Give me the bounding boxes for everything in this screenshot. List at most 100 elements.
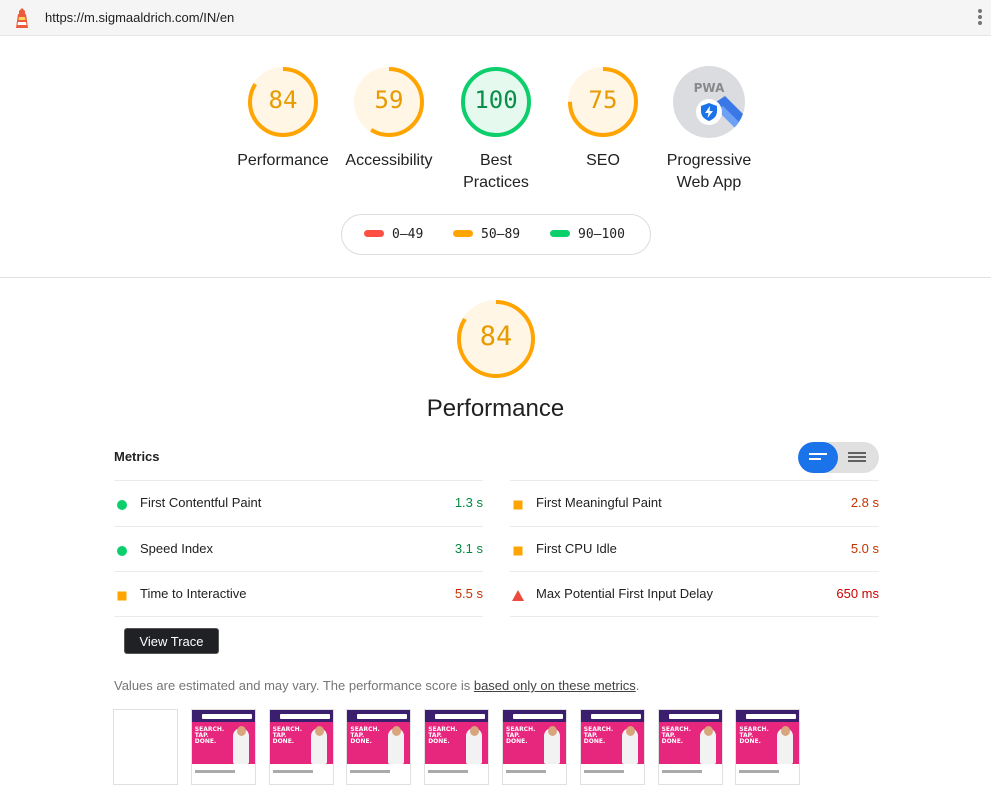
frame-searchbar xyxy=(746,714,797,719)
frame-searchbar xyxy=(279,714,330,719)
frame-footer-text xyxy=(272,770,313,773)
kebab-menu-icon[interactable] xyxy=(977,9,983,27)
performance-title: Performance xyxy=(426,395,565,422)
gauge-accessibility[interactable]: 59 Accessibility xyxy=(339,66,439,172)
metric-rating-icon xyxy=(116,544,128,562)
metric-name: Time to Interactive xyxy=(140,586,247,601)
gauge-pwa[interactable]: PWA Progressive Web App xyxy=(654,66,764,194)
legend-range: 0–49 xyxy=(392,227,424,242)
frame-footer-text xyxy=(739,770,780,773)
filmstrip-frame: SEARCH. TAP. DONE. xyxy=(268,709,334,785)
pass-dot-icon xyxy=(117,500,127,510)
metrics-view-toggle[interactable] xyxy=(798,442,879,473)
frame-footer-text xyxy=(583,770,624,773)
filmstrip-frame: SEARCH. TAP. DONE. xyxy=(346,709,412,785)
report-url[interactable]: https://m.sigmaaldrich.com/IN/en xyxy=(45,10,234,25)
frame-searchbar xyxy=(435,714,486,719)
frame-hero-text: SEARCH. TAP. DONE. xyxy=(583,726,614,745)
metric-value: 3.1 s xyxy=(454,541,483,556)
metric-rating-icon xyxy=(512,544,524,562)
metric-name: First Meaningful Paint xyxy=(536,495,662,510)
frame-footer-text xyxy=(194,770,235,773)
frame-footer-text xyxy=(428,770,469,773)
frame-hero-text: SEARCH. TAP. DONE. xyxy=(506,726,536,745)
frame-face xyxy=(548,726,557,736)
fail-triangle-icon xyxy=(512,590,524,601)
legend-item-fail: 0–49 xyxy=(364,227,423,242)
gauge-best-practices[interactable]: 100 Best Practices xyxy=(446,66,546,194)
frame-searchbar xyxy=(513,714,563,719)
legend-range: 50–89 xyxy=(481,227,521,242)
gauge-label: Accessibility xyxy=(345,152,433,169)
frame-hero-text: SEARCH. TAP. DONE. xyxy=(194,726,225,745)
note-text: Values are estimated and may vary. The p… xyxy=(114,678,474,693)
metric-separator xyxy=(510,616,879,617)
metric-row: First CPU Idle 5.0 s xyxy=(510,527,879,571)
metric-row: Max Potential First Input Delay 650 ms xyxy=(510,572,879,616)
frame-footer-text xyxy=(506,770,546,773)
gauge-label-line: Practices xyxy=(463,174,529,191)
legend-swatch xyxy=(550,230,570,237)
metric-name: Max Potential First Input Delay xyxy=(536,586,714,601)
legend-item-average: 50–89 xyxy=(453,227,520,242)
frame-searchbar xyxy=(668,714,719,719)
metric-value: 5.5 s xyxy=(454,586,483,601)
metrics-compact-view-icon[interactable] xyxy=(798,442,838,473)
frame-footer-text xyxy=(661,770,702,773)
frame-hero-text: SEARCH. TAP. DONE. xyxy=(428,726,458,745)
pwa-badge-text: PWA xyxy=(694,81,725,95)
gauge-label: Progressive Web App xyxy=(654,150,764,194)
section-divider xyxy=(0,277,991,278)
gauge-label: SEO xyxy=(586,152,620,169)
metric-rating-icon xyxy=(116,498,128,516)
filmstrip-frame: SEARCH. TAP. DONE. xyxy=(502,709,567,785)
frame-searchbar xyxy=(590,714,641,719)
metric-name: First Contentful Paint xyxy=(140,495,262,510)
report-topbar: https://m.sigmaaldrich.com/IN/en xyxy=(0,0,991,36)
scoring-link[interactable]: based only on these metrics xyxy=(474,678,636,693)
metric-value: 5.0 s xyxy=(850,541,879,556)
gauge-performance[interactable]: 84 Performance xyxy=(233,66,333,172)
metric-name: Speed Index xyxy=(140,541,214,556)
view-trace-button[interactable]: View Trace xyxy=(124,628,219,654)
average-square-icon xyxy=(513,500,523,510)
metric-rating-icon xyxy=(512,498,524,516)
performance-score: 84 xyxy=(479,321,513,352)
metric-value: 2.8 s xyxy=(850,495,879,510)
pwa-fast-reliable-badge-icon: PWA xyxy=(673,66,745,138)
gauge-label: Performance xyxy=(237,152,329,169)
metric-row: First Meaningful Paint 2.8 s xyxy=(510,481,879,525)
gauge-seo[interactable]: 75 SEO xyxy=(553,66,653,172)
gauge-label-line: Web App xyxy=(676,174,742,191)
gauge-label-line: Best xyxy=(479,152,512,169)
frame-hero-text: SEARCH. TAP. DONE. xyxy=(661,726,691,745)
gauge-label: Best Practices xyxy=(446,150,546,194)
metric-row: First Contentful Paint 1.3 s xyxy=(114,481,483,525)
gauge-score: 75 xyxy=(588,86,618,114)
average-square-icon xyxy=(117,591,127,601)
metric-value: 1.3 s xyxy=(454,495,483,510)
frame-face xyxy=(314,726,324,736)
frame-hero-text: SEARCH. TAP. DONE. xyxy=(350,726,380,745)
filmstrip-frame: SEARCH. TAP. DONE. xyxy=(424,709,490,785)
legend-swatch xyxy=(453,230,473,237)
gauge-label-line: Progressive xyxy=(666,152,752,169)
filmstrip-frame: SEARCH. TAP. DONE. xyxy=(735,709,801,785)
metric-rating-icon xyxy=(512,589,524,607)
metrics-note: Values are estimated and may vary. The p… xyxy=(114,678,639,693)
frame-face xyxy=(625,726,635,736)
metrics-heading: Metrics xyxy=(114,449,160,464)
legend-swatch xyxy=(364,230,384,237)
metric-name: First CPU Idle xyxy=(536,541,617,556)
metric-row: Speed Index 3.1 s xyxy=(114,527,483,571)
frame-footer-text xyxy=(350,770,391,773)
note-suffix: . xyxy=(635,678,640,693)
pass-dot-icon xyxy=(117,546,127,556)
lighthouse-icon xyxy=(16,8,28,28)
score-scale-legend: 0–49 50–89 90–100 xyxy=(341,214,651,255)
metric-separator xyxy=(114,616,483,617)
performance-score-gauge: 84 xyxy=(456,299,536,379)
metric-row: Time to Interactive 5.5 s xyxy=(114,572,483,616)
metrics-expanded-view-icon[interactable] xyxy=(838,442,878,473)
frame-face xyxy=(703,726,713,736)
